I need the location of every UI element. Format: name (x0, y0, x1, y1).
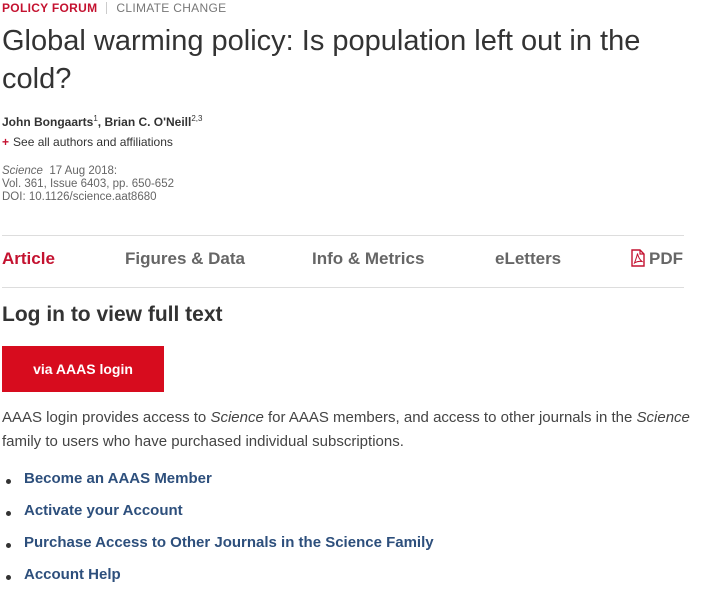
bullet-icon (6, 511, 11, 516)
divider (2, 287, 684, 288)
section-divider (106, 2, 108, 14)
tab-pdf[interactable]: PDF (630, 249, 683, 269)
pdf-icon (631, 249, 645, 267)
list-item: Account Help (2, 566, 434, 598)
author-name[interactable]: Brian C. O'Neill (104, 115, 191, 129)
see-all-authors-link[interactable]: + See all authors and affiliations (2, 135, 173, 149)
activate-account-link[interactable]: Activate your Account (24, 502, 183, 519)
author-affiliation: 2,3 (191, 114, 203, 123)
tab-eletters[interactable]: eLetters (495, 249, 561, 269)
see-all-label: See all authors and affiliations (13, 135, 173, 149)
tab-article[interactable]: Article (2, 249, 55, 269)
become-member-link[interactable]: Become an AAAS Member (24, 470, 212, 487)
list-item: Purchase Access to Other Journals in the… (2, 534, 434, 566)
tab-figures-data[interactable]: Figures & Data (125, 249, 245, 269)
author-affiliation: 1 (93, 114, 98, 123)
doi: DOI: 10.1126/science.aat8680 (2, 191, 157, 203)
article-tabs: Article Figures & Data Info & Metrics eL… (2, 249, 684, 273)
bullet-icon (6, 575, 11, 580)
login-description: AAAS login provides access to Science fo… (2, 409, 690, 450)
tab-pdf-label: PDF (649, 249, 683, 268)
account-links: Become an AAAS Member Activate your Acco… (2, 470, 434, 598)
account-help-link[interactable]: Account Help (24, 566, 121, 583)
author-name[interactable]: John Bongaarts (2, 115, 93, 129)
plus-icon: + (2, 135, 10, 149)
list-item: Activate your Account (2, 502, 434, 534)
article-title: Global warming policy: Is population lef… (2, 25, 641, 95)
bullet-icon (6, 479, 11, 484)
subsection-name[interactable]: CLIMATE CHANGE (116, 1, 226, 15)
purchase-access-link[interactable]: Purchase Access to Other Journals in the… (24, 534, 434, 551)
aaas-login-button[interactable]: via AAAS login (2, 346, 164, 392)
section-label: POLICY FORUM CLIMATE CHANGE (2, 0, 226, 16)
journal-name: Science (2, 165, 43, 177)
divider (2, 235, 684, 236)
section-name[interactable]: POLICY FORUM (2, 1, 97, 15)
bullet-icon (6, 543, 11, 548)
citation: Science 17 Aug 2018: Vol. 361, Issue 640… (2, 165, 174, 204)
author-list: John Bongaarts1, Brian C. O'Neill2,3 (2, 114, 203, 129)
list-item: Become an AAAS Member (2, 470, 434, 502)
publish-date: 17 Aug 2018: (49, 165, 118, 177)
login-heading: Log in to view full text (2, 303, 223, 326)
tab-info-metrics[interactable]: Info & Metrics (312, 249, 424, 269)
volume-info: Vol. 361, Issue 6403, pp. 650-652 (2, 178, 174, 190)
